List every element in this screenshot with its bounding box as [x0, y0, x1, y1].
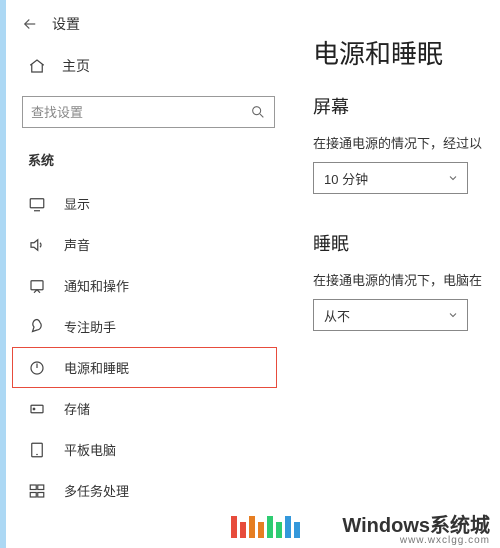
sidebar-item-power[interactable]: 电源和睡眠	[12, 347, 277, 388]
sidebar-item-sound[interactable]: 声音	[6, 224, 291, 265]
section-sleep-desc: 在接通电源的情况下，电脑在	[313, 270, 500, 289]
app-container: 设置 主页 系统 显示 声音	[0, 0, 500, 548]
section-screen-desc: 在接通电源的情况下，经过以	[313, 133, 500, 152]
sound-icon	[28, 236, 46, 254]
storage-icon	[28, 400, 46, 418]
watermark-url: www.wxclgg.com	[400, 535, 490, 546]
tablet-icon	[28, 441, 46, 459]
search-icon	[250, 104, 266, 120]
sidebar-item-notifications[interactable]: 通知和操作	[6, 265, 291, 306]
sidebar-item-focus[interactable]: 专注助手	[6, 306, 291, 347]
content-pane: 电源和睡眠 屏幕 在接通电源的情况下，经过以 10 分钟 睡眠 在接通电源的情况…	[291, 0, 500, 548]
sidebar-item-label: 平板电脑	[64, 440, 116, 459]
search-box[interactable]	[22, 96, 275, 128]
focus-icon	[28, 318, 46, 336]
chevron-down-icon	[447, 172, 459, 184]
sidebar-item-label: 声音	[64, 235, 90, 254]
chevron-down-icon	[447, 309, 459, 321]
sidebar-item-multitask[interactable]: 多任务处理	[6, 470, 291, 511]
sidebar-item-storage[interactable]: 存储	[6, 388, 291, 429]
sidebar-item-tablet[interactable]: 平板电脑	[6, 429, 291, 470]
sidebar-item-label: 通知和操作	[64, 276, 129, 295]
section-screen-title: 屏幕	[313, 93, 500, 119]
sidebar-item-label: 多任务处理	[64, 481, 129, 500]
watermark-logo-icon	[231, 514, 300, 538]
watermark-brand: Windows系统城	[342, 509, 490, 538]
home-icon	[28, 57, 46, 75]
search-input[interactable]	[31, 105, 250, 120]
power-icon	[28, 359, 46, 377]
back-arrow-icon	[21, 15, 39, 33]
screen-timeout-dropdown[interactable]: 10 分钟	[313, 162, 468, 194]
window-title: 设置	[52, 14, 80, 34]
window-edge	[0, 0, 6, 548]
dropdown-value: 10 分钟	[324, 169, 368, 188]
multitask-icon	[28, 482, 46, 500]
sidebar-item-label: 存储	[64, 399, 90, 418]
notification-icon	[28, 277, 46, 295]
sleep-timeout-dropdown[interactable]: 从不	[313, 299, 468, 331]
back-button[interactable]	[20, 14, 40, 34]
section-sleep-title: 睡眠	[313, 230, 500, 256]
display-icon	[28, 195, 46, 213]
sidebar-item-label: 电源和睡眠	[64, 358, 129, 377]
dropdown-value: 从不	[324, 306, 350, 325]
sidebar-item-label: 显示	[64, 194, 90, 213]
home-label: 主页	[62, 56, 90, 76]
header-row: 设置	[6, 10, 291, 46]
page-title: 电源和睡眠	[313, 34, 500, 71]
home-row[interactable]: 主页	[6, 46, 291, 86]
sidebar: 设置 主页 系统 显示 声音	[6, 0, 291, 548]
sidebar-item-label: 专注助手	[64, 317, 116, 336]
sidebar-item-display[interactable]: 显示	[6, 183, 291, 224]
category-label: 系统	[6, 142, 291, 183]
